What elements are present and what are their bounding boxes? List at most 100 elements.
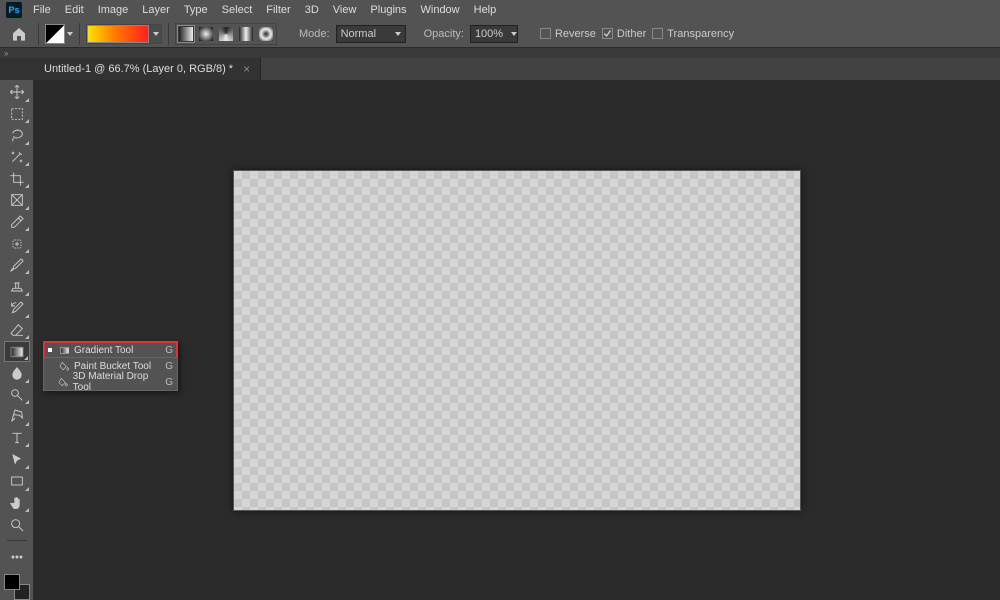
gradient-radial-button[interactable] [197, 25, 215, 43]
gradient-type-group [175, 23, 277, 45]
opacity-label: Opacity: [424, 28, 464, 40]
mode-select[interactable]: Normal [336, 25, 406, 43]
flyout-item-label: Paint Bucket Tool [74, 361, 151, 372]
chevron-down-icon [67, 32, 73, 36]
gradient-tool-flyout: Gradient Tool G Paint Bucket Tool G 3D M… [43, 341, 178, 391]
clone-stamp-tool[interactable] [4, 276, 30, 297]
flyout-item-label: 3D Material Drop Tool [73, 371, 162, 393]
history-brush-tool[interactable] [4, 298, 30, 319]
menu-file[interactable]: File [26, 1, 58, 19]
rectangle-tool[interactable] [4, 471, 30, 492]
flyout-item-shortcut: G [165, 361, 173, 372]
checkbox-icon [652, 28, 663, 39]
transparency-checkbox[interactable]: Transparency [652, 28, 734, 40]
menu-select[interactable]: Select [215, 1, 260, 19]
gradient-reflected-button[interactable] [237, 25, 255, 43]
paint-bucket-icon [58, 360, 70, 372]
move-tool[interactable] [4, 82, 30, 103]
gradient-diamond-button[interactable] [257, 25, 275, 43]
flyout-3d-material-drop-tool[interactable]: 3D Material Drop Tool G [44, 374, 177, 390]
document-tab[interactable]: Untitled-1 @ 66.7% (Layer 0, RGB/8) * × [34, 58, 261, 80]
gradient-preset-dropdown[interactable] [149, 25, 161, 43]
active-dot-icon [48, 348, 52, 352]
menu-image[interactable]: Image [91, 1, 136, 19]
gradient-linear-button[interactable] [177, 25, 195, 43]
chevron-down-icon [153, 32, 159, 36]
foreground-color-swatch[interactable] [4, 574, 20, 590]
canvas-area[interactable] [34, 80, 1000, 600]
lasso-tool[interactable] [4, 125, 30, 146]
chevron-down-icon [511, 32, 517, 36]
brush-tool[interactable] [4, 255, 30, 276]
separator [38, 23, 39, 45]
menu-edit[interactable]: Edit [58, 1, 91, 19]
checkbox-icon [540, 28, 551, 39]
eyedropper-tool[interactable] [4, 212, 30, 233]
healing-brush-tool[interactable] [4, 233, 30, 254]
chevron-down-icon [395, 32, 401, 36]
marquee-tool[interactable] [4, 104, 30, 125]
menu-bar: Ps File Edit Image Layer Type Select Fil… [0, 0, 1000, 20]
magic-wand-tool[interactable] [4, 147, 30, 168]
type-tool[interactable] [4, 428, 30, 449]
flyout-item-shortcut: G [165, 377, 173, 388]
gradient-reflected-icon [239, 27, 253, 41]
reverse-checkbox[interactable]: Reverse [540, 28, 596, 40]
gradient-diamond-icon [259, 27, 273, 41]
menu-type[interactable]: Type [177, 1, 215, 19]
gradient-radial-icon [199, 27, 213, 41]
foreground-background-color[interactable] [4, 574, 30, 600]
gradient-angle-icon [219, 27, 233, 41]
document-canvas[interactable] [233, 170, 801, 511]
expand-icon: » [4, 49, 8, 58]
flyout-item-shortcut: G [165, 345, 173, 356]
menu-view[interactable]: View [326, 1, 364, 19]
flyout-item-label: Gradient Tool [74, 345, 133, 356]
transparency-label: Transparency [667, 28, 734, 40]
home-icon [11, 26, 27, 42]
gradient-preview-picker[interactable] [86, 24, 162, 44]
gradient-icon [58, 344, 70, 356]
options-bar: Mode: Normal Opacity: 100% Reverse Dithe… [0, 20, 1000, 48]
tool-palette [0, 80, 34, 600]
mode-value: Normal [341, 28, 376, 40]
document-tab-label: Untitled-1 @ 66.7% (Layer 0, RGB/8) * [44, 63, 233, 75]
document-tab-bar: Untitled-1 @ 66.7% (Layer 0, RGB/8) * × [34, 58, 1000, 80]
frame-tool[interactable] [4, 190, 30, 211]
pen-tool[interactable] [4, 406, 30, 427]
opacity-input[interactable]: 100% [470, 25, 518, 43]
edit-toolbar-button[interactable] [4, 547, 30, 568]
path-selection-tool[interactable] [4, 449, 30, 470]
menu-layer[interactable]: Layer [135, 1, 177, 19]
dither-checkbox[interactable]: Dither [602, 28, 646, 40]
home-button[interactable] [6, 23, 32, 45]
app-logo: Ps [6, 2, 22, 18]
dither-label: Dither [617, 28, 646, 40]
reverse-label: Reverse [555, 28, 596, 40]
separator [168, 23, 169, 45]
crop-tool[interactable] [4, 168, 30, 189]
mode-label: Mode: [299, 28, 330, 40]
fgbg-swatch-icon [45, 24, 65, 44]
gradient-linear-icon [179, 27, 193, 41]
checkbox-icon [602, 28, 613, 39]
separator [79, 23, 80, 45]
menu-window[interactable]: Window [414, 1, 467, 19]
menu-help[interactable]: Help [467, 1, 504, 19]
gradient-preview-icon [87, 25, 149, 43]
menu-plugins[interactable]: Plugins [363, 1, 413, 19]
hand-tool[interactable] [4, 493, 30, 514]
eraser-tool[interactable] [4, 320, 30, 341]
menu-3d[interactable]: 3D [298, 1, 326, 19]
options-expand-strip[interactable]: » [0, 48, 1000, 58]
gradient-angle-button[interactable] [217, 25, 235, 43]
dodge-tool[interactable] [4, 385, 30, 406]
opacity-value: 100% [475, 28, 503, 40]
blur-tool[interactable] [4, 363, 30, 384]
menu-filter[interactable]: Filter [259, 1, 297, 19]
zoom-tool[interactable] [4, 514, 30, 535]
close-icon[interactable]: × [243, 62, 250, 76]
flyout-gradient-tool[interactable]: Gradient Tool G [44, 342, 177, 358]
gradient-tool[interactable] [4, 341, 30, 362]
fgbg-swatch-picker[interactable] [45, 24, 73, 44]
